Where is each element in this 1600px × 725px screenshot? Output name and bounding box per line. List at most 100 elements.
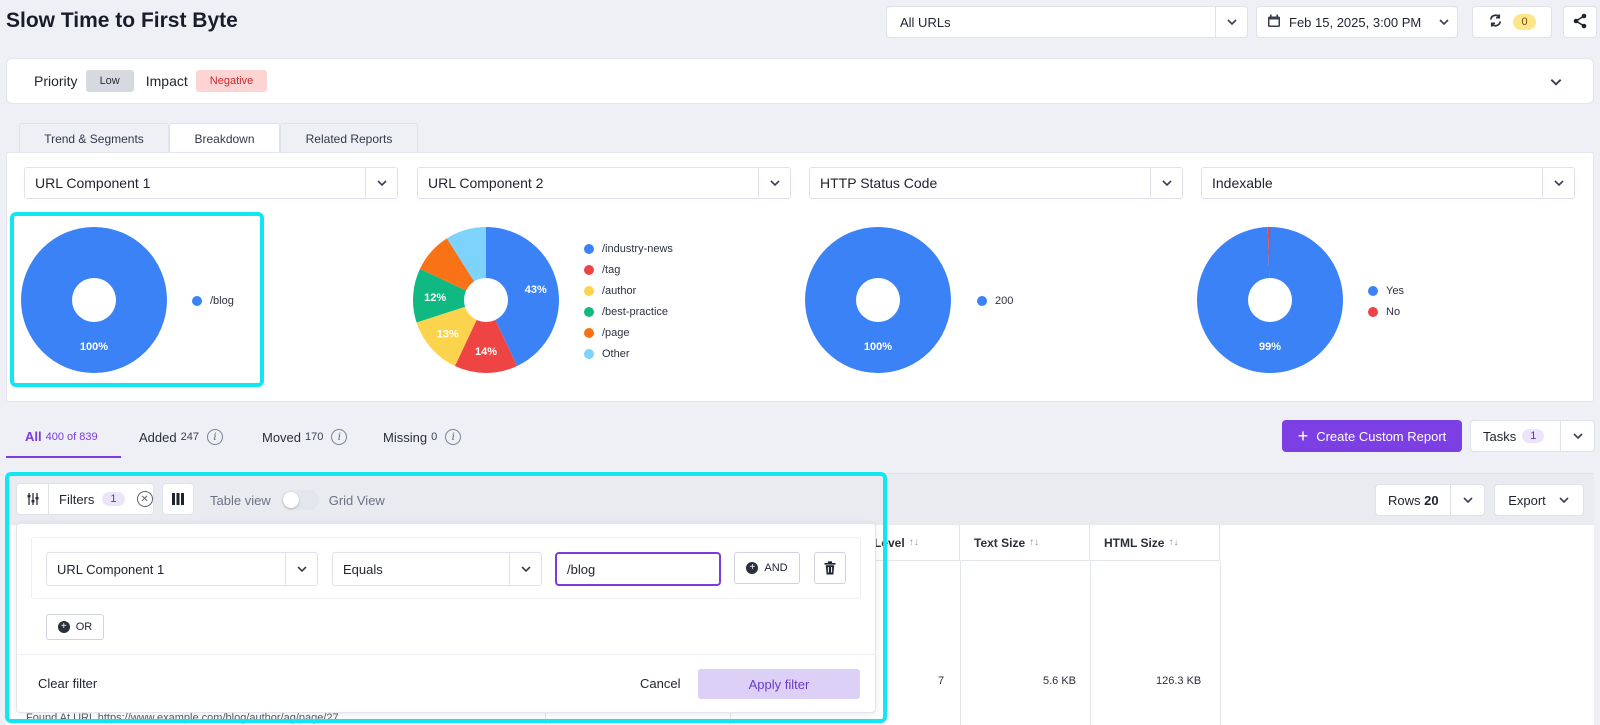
legend-label: Other [602, 347, 630, 360]
legend-item[interactable]: Other [584, 346, 673, 361]
legend-label: /author [602, 284, 637, 297]
info-icon[interactable]: i [206, 429, 223, 445]
pie-slice-label: 13% [437, 329, 459, 341]
subtab-count: 400 of 839 [45, 430, 98, 443]
chevron-down-icon [1450, 485, 1484, 515]
expand-chevron-icon[interactable] [1549, 75, 1563, 92]
priority-bar: Priority Low Impact Negative [6, 58, 1594, 104]
plus-icon: + [1297, 426, 1309, 446]
legend-url-component-2: /industry-news/tag/author/best-practice /… [584, 241, 673, 361]
rows-per-page-select[interactable]: Rows 20 [1375, 484, 1485, 516]
legend-swatch [192, 295, 202, 306]
refresh-button[interactable]: 0 [1472, 6, 1552, 38]
legend-swatch [584, 264, 594, 275]
chevron-down-icon [365, 168, 397, 198]
impact-label: Impact [145, 73, 188, 89]
legend-indexable: Yes No [1368, 283, 1404, 319]
legend-label: 200 [995, 294, 1014, 307]
legend-label: /best-practice [602, 305, 669, 318]
sort-icon[interactable]: ↑↓ [1029, 537, 1039, 548]
subtab-added[interactable]: Added 247 i [139, 429, 223, 445]
dropdown-value: HTTP Status Code [820, 175, 938, 191]
pie-slice-label: 99% [1259, 341, 1281, 353]
share-icon [1572, 13, 1588, 32]
chevron-down-icon [758, 168, 790, 198]
legend-item[interactable]: /author [584, 283, 673, 298]
legend-swatch [584, 306, 594, 317]
cell-text-size: 5.6 KB [1043, 675, 1077, 687]
cell-level: 7 [938, 675, 945, 687]
legend-item[interactable]: /best-practice [584, 304, 673, 319]
column-header-label: HTML Size [1104, 535, 1165, 550]
calendar-icon [1267, 14, 1281, 31]
subtab-missing[interactable]: Missing 0 i [383, 429, 462, 445]
breakdown-dropdown-4[interactable]: Indexable [1201, 167, 1575, 199]
legend-item[interactable]: Yes [1368, 283, 1404, 298]
date-select[interactable]: Feb 15, 2025, 3:00 PM [1256, 6, 1458, 38]
info-icon[interactable]: i [331, 429, 348, 445]
url-scope-select[interactable]: All URLs [886, 6, 1248, 38]
column-header-html-size[interactable]: HTML Size ↑↓ [1090, 525, 1220, 561]
tab-trend-segments[interactable]: Trend & Segments [19, 123, 169, 153]
legend-swatch [584, 285, 594, 296]
date-value: Feb 15, 2025, 3:00 PM [1289, 14, 1422, 30]
column-header-text-size[interactable]: Text Size ↑↓ [960, 525, 1090, 561]
pie-chart-http-status[interactable]: 100% [804, 226, 952, 374]
legend-item[interactable]: /industry-news [584, 241, 673, 256]
breakdown-dropdown-1[interactable]: URL Component 1 [24, 167, 398, 199]
tab-breakdown[interactable]: Breakdown [169, 123, 280, 154]
export-button[interactable]: Export [1494, 484, 1584, 516]
filter-highlight-box [5, 472, 887, 723]
active-tab-underline [6, 456, 121, 458]
tasks-label: Tasks [1483, 428, 1517, 444]
tab-related-reports[interactable]: Related Reports [280, 123, 418, 153]
legend-swatch [1368, 285, 1378, 296]
legend-label: /industry-news [602, 242, 673, 255]
column-divider [1090, 561, 1091, 725]
create-custom-report-button[interactable]: + Create Custom Report [1282, 420, 1462, 452]
subtab-count: 247 [180, 431, 199, 443]
pie-center-hole [464, 278, 508, 322]
legend-label: /page [602, 326, 630, 339]
pie-chart-url-component-2[interactable]: 43% 14% 13% 12% [412, 226, 560, 374]
url-scope-value: All URLs [900, 14, 951, 30]
subtab-label: Added [139, 429, 177, 445]
legend-url-component-1: /blog [192, 293, 234, 308]
sort-icon[interactable]: ↑↓ [909, 537, 919, 548]
subtab-moved[interactable]: Moved 170 i [262, 429, 348, 445]
sort-icon[interactable]: ↑↓ [1168, 537, 1178, 548]
create-custom-report-label: Create Custom Report [1316, 428, 1447, 444]
legend-label: Yes [1386, 284, 1404, 297]
pie-slice-label: 100% [80, 341, 108, 353]
legend-item[interactable]: No [1368, 304, 1404, 319]
info-icon[interactable]: i [445, 429, 462, 445]
breakdown-dropdown-2[interactable]: URL Component 2 [417, 167, 791, 199]
legend-item[interactable]: /tag [584, 262, 673, 277]
priority-label: Priority [34, 73, 78, 89]
dropdown-value: Indexable [1212, 175, 1273, 191]
pie-slice-label: 14% [475, 346, 497, 358]
pie-chart-url-component-1[interactable]: 100% [20, 226, 168, 374]
legend-http-status: 200 [977, 293, 1013, 308]
legend-swatch [584, 243, 594, 254]
chevron-down-icon[interactable] [1560, 421, 1594, 451]
legend-item[interactable]: 200 [977, 293, 1013, 308]
subtab-label: Moved [262, 429, 302, 445]
subtab-all[interactable]: All 400 of 839 [25, 429, 98, 444]
refresh-count-badge: 0 [1513, 14, 1536, 30]
breakdown-dropdown-3[interactable]: HTTP Status Code [809, 167, 1183, 199]
chevron-down-icon [1150, 168, 1182, 198]
legend-label: No [1386, 305, 1401, 318]
share-button[interactable] [1563, 6, 1597, 38]
pie-chart-indexable[interactable]: 99% [1196, 226, 1344, 374]
legend-item[interactable]: /page [584, 325, 673, 340]
legend-label: /tag [602, 263, 621, 276]
rows-label: Rows [1388, 492, 1421, 508]
legend-swatch [977, 295, 987, 306]
legend-item[interactable]: /blog [192, 293, 234, 308]
pie-slice-label: 12% [424, 292, 446, 304]
dropdown-value: URL Component 1 [35, 175, 151, 191]
page-title: Slow Time to First Byte [6, 9, 238, 32]
legend-swatch [584, 348, 594, 359]
tasks-button[interactable]: Tasks 1 [1470, 420, 1595, 452]
